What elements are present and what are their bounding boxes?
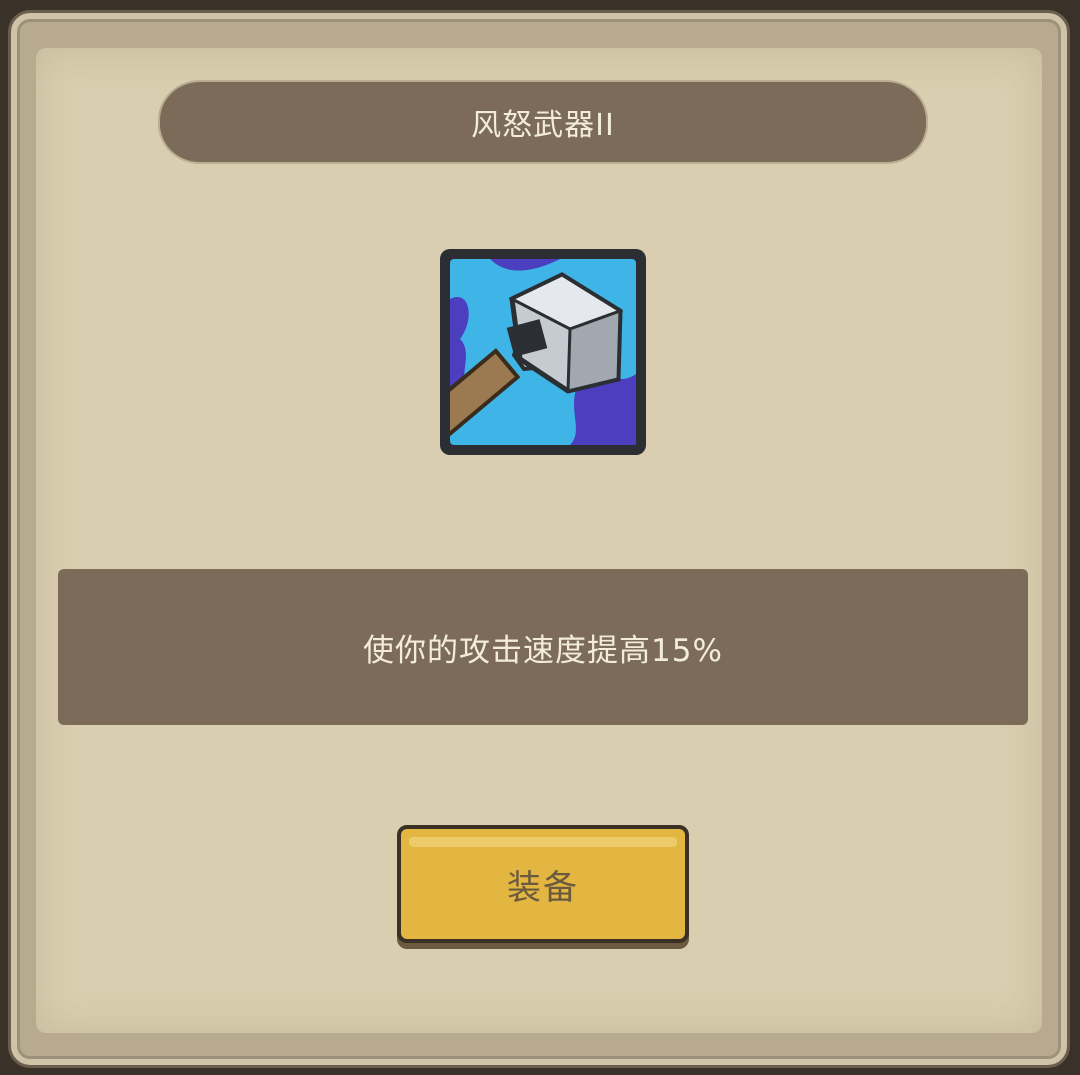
item-description: 使你的攻击速度提高15% bbox=[363, 632, 723, 669]
title-banner: 风怒武器II bbox=[160, 82, 926, 162]
dialog-title: 风怒武器II bbox=[471, 108, 615, 143]
equip-button-label: 装备 bbox=[507, 867, 579, 908]
equip-button[interactable]: 装备 bbox=[397, 825, 689, 943]
hammer-icon bbox=[440, 249, 646, 455]
description-panel: 使你的攻击速度提高15% bbox=[58, 569, 1028, 725]
